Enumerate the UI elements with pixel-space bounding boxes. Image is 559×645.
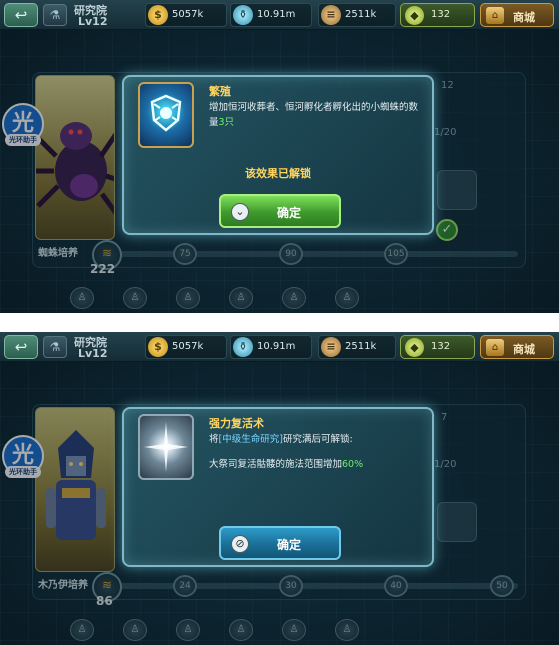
lab-building-icon: ⚗ — [43, 4, 67, 26]
gem-icon: ◆ — [405, 338, 424, 357]
skill-description-text: 增加恒河收葬者、恒河孵化者孵化出的小蜘蛛的数量 — [209, 102, 419, 128]
revive-light-icon — [138, 414, 194, 480]
building-level: Lv12 — [78, 15, 108, 28]
building-level: Lv12 — [78, 347, 108, 360]
research-screen-top: ↩ ⚗ 研究院 Lv12 $ 5057k ⚱ 10.91m ≡ 2511k ◆ … — [0, 0, 559, 313]
gem-amount: 132 — [431, 9, 451, 20]
potion-amount: 10.91m — [257, 9, 296, 20]
back-button[interactable]: ↩ — [4, 3, 38, 27]
gold-coins-icon: $ — [148, 337, 168, 357]
confirm-button[interactable]: ⌄ 确定 — [219, 194, 341, 228]
gem-icon: ◆ — [405, 6, 424, 25]
research-screen-bottom: ↩ ⚗ 研究院 Lv12 $ 5057k ⚱ 10.91m ≡ 2511k ◆ … — [0, 332, 559, 645]
back-button[interactable]: ↩ — [4, 335, 38, 359]
skill-unlocked-dialog: 繁殖 增加恒河收葬者、恒河孵化者孵化出的小蜘蛛的数量3只 该效果已解锁 ⌄ 确定 — [122, 75, 434, 235]
skill-bonus-value: 3只 — [218, 117, 235, 128]
potion-flask-icon: ⚱ — [233, 5, 253, 25]
potion-flask-icon: ⚱ — [233, 337, 253, 357]
confirm-button[interactable]: ⊘ 确定 — [219, 526, 341, 560]
gem-amount: 132 — [431, 341, 451, 352]
top-resource-bar: ↩ ⚗ 研究院 Lv12 $ 5057k ⚱ 10.91m ≡ 2511k ◆ … — [0, 0, 559, 30]
shop-store-icon: ⌂ — [486, 339, 504, 356]
back-arrow-icon: ↩ — [14, 6, 28, 24]
unlocked-message: 该效果已解锁 — [245, 167, 311, 180]
skill-title: 强力复活术 — [209, 417, 264, 430]
potion-resource: ⚱ 10.91m — [230, 3, 312, 27]
potion-resource: ⚱ 10.91m — [230, 335, 312, 359]
potion-amount: 10.91m — [257, 341, 296, 352]
wood-logs-icon: ≡ — [321, 5, 341, 25]
top-resource-bar: ↩ ⚗ 研究院 Lv12 $ 5057k ⚱ 10.91m ≡ 2511k ◆ … — [0, 332, 559, 362]
skill-bonus-value: 60% — [342, 459, 364, 470]
gold-amount: 5057k — [172, 9, 204, 20]
skill-requirement: 将[中级生命研究]研究满后可解锁: — [209, 432, 424, 447]
spider-crest-icon — [138, 82, 194, 148]
back-arrow-icon: ↩ — [14, 338, 28, 356]
required-research-link[interactable]: [中级生命研究] — [219, 434, 283, 445]
shop-label: 商城 — [513, 11, 535, 24]
gem-counter[interactable]: ◆ 132 — [400, 3, 475, 27]
confirm-label: 确定 — [276, 538, 301, 552]
gold-amount: 5057k — [172, 341, 204, 352]
confirm-label: 确定 — [276, 206, 301, 220]
requirement-prefix: 将 — [209, 434, 219, 445]
gold-resource: $ 5057k — [145, 335, 227, 359]
skill-effect-text: 大祭司复活骷髅的施法范围增加 — [209, 459, 343, 470]
skill-locked-dialog: 强力复活术 将[中级生命研究]研究满后可解锁: 大祭司复活骷髅的施法范围增加60… — [122, 407, 434, 567]
shop-button[interactable]: ⌂ 商城 — [480, 3, 554, 27]
requirement-suffix: 研究满后可解锁: — [282, 434, 353, 445]
skill-title: 繁殖 — [209, 85, 231, 98]
skill-description: 增加恒河收葬者、恒河孵化者孵化出的小蜘蛛的数量3只 — [209, 100, 424, 130]
screenshot-separator — [0, 313, 559, 332]
shop-label: 商城 — [513, 343, 535, 356]
shop-store-icon: ⌂ — [486, 7, 504, 24]
skill-effect: 大祭司复活骷髅的施法范围增加60% — [209, 457, 424, 472]
gold-coins-icon: $ — [148, 5, 168, 25]
wood-amount: 2511k — [345, 341, 377, 352]
gold-resource: $ 5057k — [145, 3, 227, 27]
wood-resource: ≡ 2511k — [318, 3, 396, 27]
gem-counter[interactable]: ◆ 132 — [400, 335, 475, 359]
wood-amount: 2511k — [345, 9, 377, 20]
lab-building-icon: ⚗ — [43, 336, 67, 358]
shop-button[interactable]: ⌂ 商城 — [480, 335, 554, 359]
wood-logs-icon: ≡ — [321, 337, 341, 357]
wood-resource: ≡ 2511k — [318, 335, 396, 359]
